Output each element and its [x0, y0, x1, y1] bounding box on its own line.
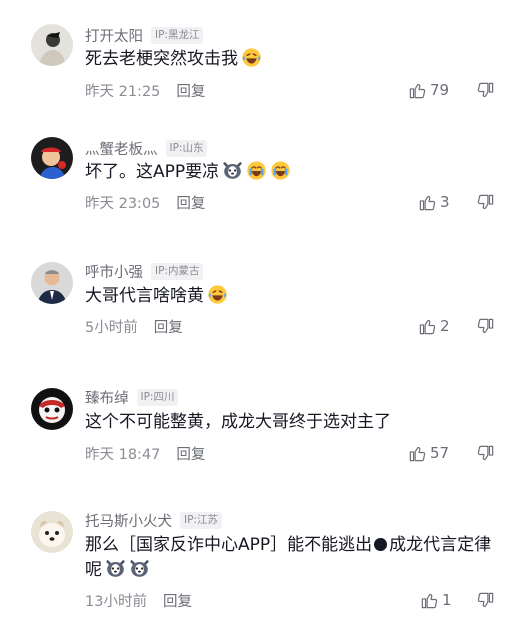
- timestamp: 5小时前: [85, 319, 138, 336]
- avatar[interactable]: [31, 137, 73, 179]
- reply-button[interactable]: 回复: [176, 443, 205, 464]
- comment-text: 坏了。这APP要凉: [85, 160, 505, 185]
- laugh-cry-emoji-icon: [207, 284, 228, 305]
- comment-text-content: 坏了。这APP要凉: [85, 162, 220, 182]
- dislike-button[interactable]: [476, 442, 495, 464]
- laugh-tears-emoji-icon: [246, 160, 267, 181]
- ip-location-badge: IP:黑龙江: [151, 26, 204, 44]
- ip-location-badge: IP:内蒙古: [151, 262, 204, 280]
- dislike-button[interactable]: [476, 191, 495, 213]
- like-button[interactable]: 57: [408, 442, 449, 464]
- like-button[interactable]: 79: [408, 79, 449, 101]
- thumbs-up-icon: [420, 591, 439, 610]
- thumbs-up-icon: [418, 317, 437, 336]
- like-button[interactable]: 1: [420, 589, 452, 611]
- thumbs-up-icon: [408, 444, 427, 463]
- husky-emoji-icon: [105, 558, 126, 579]
- comment-text: 死去老梗突然攻击我: [85, 47, 505, 72]
- laugh-tears-emoji-icon: [270, 160, 291, 181]
- timestamp: 昨天 23:05: [85, 195, 161, 212]
- username[interactable]: 呼市小强: [85, 261, 143, 282]
- like-count: 79: [430, 81, 450, 99]
- reply-button[interactable]: 回复: [154, 316, 183, 337]
- timestamp: 昨天 21:25: [85, 83, 161, 100]
- comment-text: 这个不可能整黄，成龙大哥终于选对主了: [85, 410, 505, 435]
- like-count: 1: [442, 591, 452, 609]
- ip-location-badge: IP:江苏: [180, 511, 222, 529]
- thumbs-down-icon: [476, 193, 495, 212]
- husky-emoji-icon: [222, 160, 243, 181]
- like-count: 3: [440, 193, 450, 211]
- comment-text: 那么［国家反诈中心APP］能不能逃出 成龙代言定律呢: [85, 533, 497, 583]
- thumbs-down-icon: [476, 591, 495, 610]
- reply-button[interactable]: 回复: [163, 590, 192, 611]
- reply-button[interactable]: 回复: [176, 192, 205, 213]
- avatar[interactable]: [31, 24, 73, 66]
- thumbs-down-icon: [476, 444, 495, 463]
- avatar[interactable]: [31, 511, 73, 553]
- comment-text: 大哥代言啥啥黄: [85, 284, 505, 309]
- avatar[interactable]: [31, 262, 73, 304]
- thumbs-down-icon: [476, 81, 495, 100]
- username[interactable]: 托马斯小火犬: [85, 510, 172, 531]
- username[interactable]: 打开太阳: [85, 25, 143, 46]
- avatar[interactable]: [31, 388, 73, 430]
- username[interactable]: 臻布绰: [85, 387, 129, 408]
- comment-text-content: 那么［国家反诈中心APP］能不能逃出: [85, 535, 373, 555]
- comment-text-content: 大哥代言啥啥黄: [85, 286, 204, 306]
- comment-text-content: 死去老梗突然攻击我: [85, 49, 238, 69]
- thumbs-up-icon: [418, 193, 437, 212]
- dislike-button[interactable]: [476, 315, 495, 337]
- like-button[interactable]: 2: [418, 315, 450, 337]
- laugh-cry-emoji-icon: [241, 47, 262, 68]
- timestamp: 昨天 18:47: [85, 446, 161, 463]
- ip-location-badge: IP:四川: [136, 388, 179, 406]
- dislike-button[interactable]: [476, 79, 495, 101]
- husky-emoji-icon: [129, 558, 150, 579]
- ip-location-badge: IP:山东: [165, 139, 208, 157]
- like-count: 57: [430, 444, 450, 462]
- thumbs-down-icon: [476, 317, 495, 336]
- like-button[interactable]: 3: [418, 191, 450, 213]
- username[interactable]: 灬蟹老板灬: [85, 138, 158, 159]
- black-dot-emoji-icon: [374, 538, 388, 551]
- dislike-button[interactable]: [476, 589, 495, 611]
- timestamp: 13小时前: [85, 593, 147, 610]
- like-count: 2: [440, 317, 450, 335]
- comment-text-content: 这个不可能整黄，成龙大哥终于选对主了: [85, 412, 391, 432]
- reply-button[interactable]: 回复: [176, 80, 205, 101]
- thumbs-up-icon: [408, 81, 427, 100]
